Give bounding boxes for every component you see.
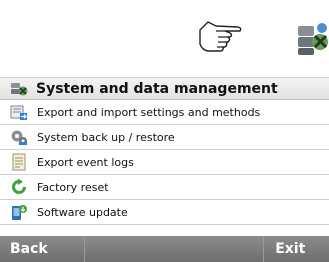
system-management-icon — [11, 82, 28, 95]
menu-item-label: Export event logs — [37, 155, 134, 169]
menu-list: System and data management Export and im… — [0, 77, 329, 225]
menu-item-label: Export and import settings and methods — [37, 105, 261, 119]
software-update-icon — [12, 205, 27, 220]
menu-item-export-event-logs[interactable]: Export event logs — [0, 150, 329, 175]
top-area — [0, 0, 329, 72]
menu-item-export-import[interactable]: Export and import settings and methods — [0, 100, 329, 125]
system-management-icon — [298, 23, 328, 55]
back-button[interactable]: Back — [0, 236, 85, 262]
export-import-icon — [10, 105, 27, 120]
empty-softkey — [85, 236, 265, 262]
pointing-hand-icon — [199, 21, 242, 52]
menu-item-label: Factory reset — [37, 180, 109, 194]
menu-title: System and data management — [36, 80, 278, 97]
factory-reset-icon — [12, 178, 26, 194]
menu-item-software-update[interactable]: Software update — [0, 200, 329, 225]
menu-item-backup-restore[interactable]: System back up / restore — [0, 125, 329, 150]
menu-item-label: System back up / restore — [37, 130, 175, 144]
event-log-icon — [12, 153, 26, 171]
menu-item-factory-reset[interactable]: Factory reset — [0, 175, 329, 200]
menu-item-label: Software update — [37, 205, 128, 219]
back-button-label: Back — [10, 241, 48, 257]
menu-header: System and data management — [0, 77, 329, 100]
bottom-bar: Back Exit — [0, 236, 329, 262]
exit-button[interactable]: Exit — [264, 236, 329, 262]
exit-button-label: Exit — [275, 241, 306, 257]
backup-restore-icon — [11, 130, 27, 145]
